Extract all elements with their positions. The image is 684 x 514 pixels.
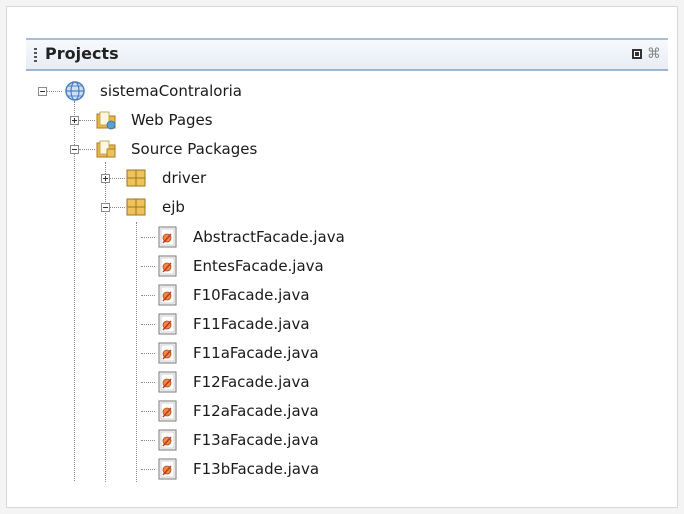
- tree-node-web-pages[interactable]: Web Pages: [131, 111, 213, 129]
- java-class-icon: [158, 255, 177, 277]
- tree-connector: [141, 411, 155, 412]
- tree-node-file[interactable]: AbstractFacade.java: [193, 228, 345, 246]
- java-class-icon: [158, 429, 177, 451]
- tree-connector: [110, 207, 125, 208]
- collapse-toggle[interactable]: [38, 87, 47, 96]
- tree-guide-line: [136, 222, 137, 482]
- tree-connector: [141, 469, 155, 470]
- tree-node-driver[interactable]: driver: [162, 169, 206, 187]
- web-folder-icon: [96, 111, 116, 130]
- tree-node-file[interactable]: EntesFacade.java: [193, 257, 324, 275]
- expand-toggle[interactable]: [70, 116, 79, 125]
- tree-node-project[interactable]: sistemaContraloria: [100, 82, 242, 100]
- tree-connector: [141, 266, 155, 267]
- tree-node-file[interactable]: F11Facade.java: [193, 315, 310, 333]
- collapse-toggle[interactable]: [101, 203, 110, 212]
- java-class-icon: [158, 284, 177, 306]
- source-folder-icon: [96, 140, 116, 158]
- package-icon: [126, 198, 146, 216]
- tree-connector: [79, 120, 95, 121]
- tree-connector: [141, 237, 155, 238]
- tree-connector: [79, 149, 95, 150]
- java-class-icon: [158, 371, 177, 393]
- tree-node-file[interactable]: F12Facade.java: [193, 373, 310, 391]
- tree-connector: [141, 382, 155, 383]
- java-class-icon: [158, 400, 177, 422]
- tree-node-file[interactable]: F12aFacade.java: [193, 402, 319, 420]
- tree-connector: [141, 353, 155, 354]
- tree-node-file[interactable]: F11aFacade.java: [193, 344, 319, 362]
- collapse-toggle[interactable]: [70, 145, 79, 154]
- tree-connector: [47, 91, 62, 92]
- tree-connector: [110, 178, 125, 179]
- tree-node-file[interactable]: F10Facade.java: [193, 286, 310, 304]
- tree-connector: [141, 295, 155, 296]
- globe-project-icon: [65, 81, 85, 101]
- java-class-icon: [158, 342, 177, 364]
- tree-connector: [141, 324, 155, 325]
- project-tree: sistemaContraloria Web Pages Source Pack…: [0, 0, 684, 514]
- expand-toggle[interactable]: [101, 174, 110, 183]
- java-class-icon: [158, 313, 177, 335]
- tree-node-file[interactable]: F13aFacade.java: [193, 431, 319, 449]
- tree-node-ejb[interactable]: ejb: [162, 198, 185, 216]
- package-icon: [126, 169, 146, 187]
- tree-guide-line: [74, 101, 75, 481]
- tree-node-file[interactable]: F13bFacade.java: [193, 460, 319, 478]
- tree-node-source-packages[interactable]: Source Packages: [131, 140, 257, 158]
- tree-connector: [141, 440, 155, 441]
- java-class-icon: [158, 458, 177, 480]
- java-class-icon: [158, 226, 177, 248]
